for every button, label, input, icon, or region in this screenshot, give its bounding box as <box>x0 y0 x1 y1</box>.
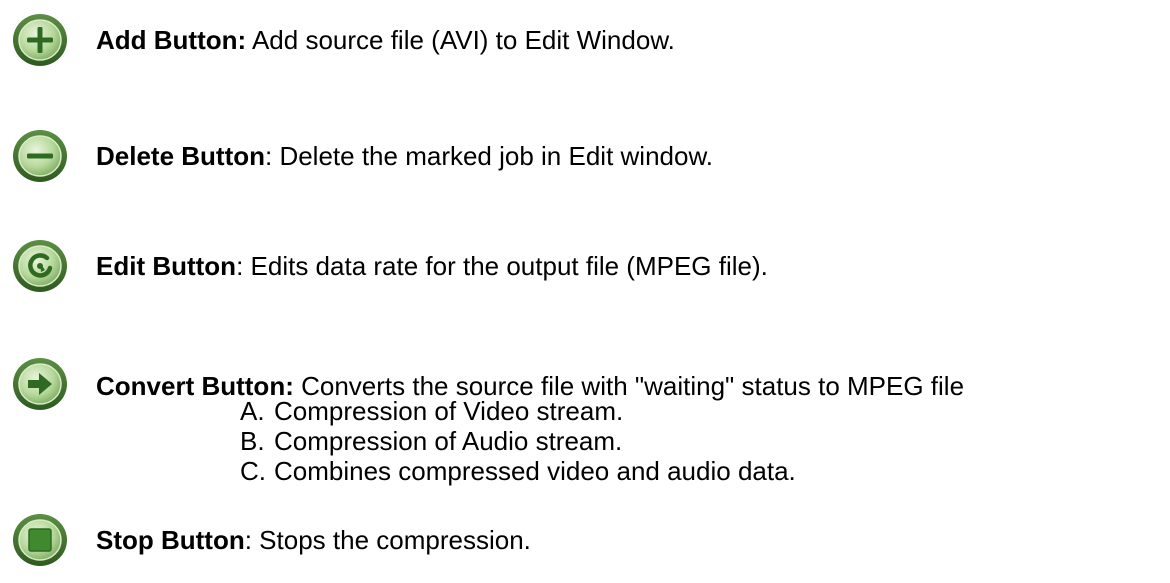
list-item-letter: C. <box>240 456 266 486</box>
list-item: B. Compression of Audio stream. <box>240 426 796 456</box>
stop-button-label: Stop Button <box>96 525 245 555</box>
add-button-description: Add Button: Add source file (AVI) to Edi… <box>96 25 675 55</box>
convert-button[interactable] <box>0 354 80 414</box>
edit-icon <box>13 240 67 292</box>
minus-icon <box>13 130 67 182</box>
edit-button-row: Edit Button: Edits data rate for the out… <box>0 236 768 296</box>
list-item-letter: B. <box>240 426 265 456</box>
add-button-row: Add Button: Add source file (AVI) to Edi… <box>0 10 675 70</box>
edit-button-label: Edit Button <box>96 251 237 281</box>
list-item-text: Compression of Audio stream. <box>274 426 623 456</box>
delete-button[interactable] <box>0 126 80 186</box>
edit-button-description: Edit Button: Edits data rate for the out… <box>96 251 768 281</box>
arrow-right-icon <box>13 358 67 410</box>
delete-button-label: Delete Button <box>96 141 265 171</box>
plus-icon <box>13 14 67 66</box>
list-item-text: Compression of Video stream. <box>274 396 624 426</box>
list-item: C. Combines compressed video and audio da… <box>240 456 796 486</box>
stop-button-desc: : Stops the compression. <box>244 525 531 555</box>
add-button[interactable] <box>0 10 80 70</box>
stop-button[interactable] <box>0 510 80 570</box>
delete-button-desc: : Delete the marked job in Edit window. <box>265 141 714 171</box>
delete-button-row: Delete Button: Delete the marked job in … <box>0 126 713 186</box>
stop-button-description: Stop Button: Stops the compression. <box>96 525 531 555</box>
list-item-letter: A. <box>240 396 265 426</box>
stop-icon <box>13 514 67 566</box>
edit-button[interactable] <box>0 236 80 296</box>
list-item-text: Combines compressed video and audio data… <box>274 456 796 486</box>
stop-button-row: Stop Button: Stops the compression. <box>0 510 531 570</box>
delete-button-description: Delete Button: Delete the marked job in … <box>96 141 713 171</box>
edit-button-desc: : Edits data rate for the output file (M… <box>236 251 768 281</box>
convert-steps-list: A. Compression of Video stream. B. Compres… <box>240 396 796 486</box>
list-item: A. Compression of Video stream. <box>240 396 796 426</box>
add-button-desc: Add source file (AVI) to Edit Window. <box>246 25 675 55</box>
add-button-label: Add Button: <box>96 25 247 55</box>
